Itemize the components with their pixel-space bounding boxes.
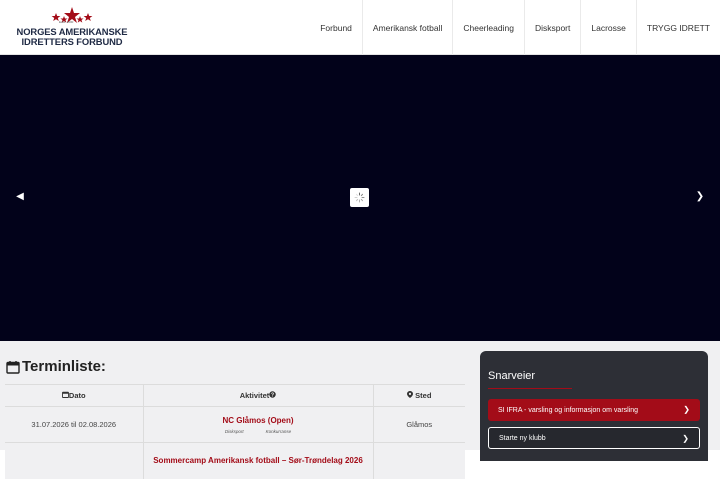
table-row: 31.07.2026 til 02.08.2026 NC Glåmos (Ope… — [5, 406, 465, 443]
nav-item-disksport[interactable]: Disksport — [523, 0, 580, 55]
stars-emblem-icon — [51, 7, 93, 23]
column-header-date-label: Dato — [68, 391, 86, 400]
nav-item-forbund[interactable]: Forbund — [310, 0, 362, 55]
column-header-place-label: Sted — [415, 391, 432, 400]
column-header-activity-label: Aktivitet — [239, 391, 270, 400]
svg-text:?: ? — [271, 392, 274, 398]
si-ifra-button[interactable]: SI IFRA - varsling og informasjon om var… — [488, 399, 700, 421]
logo-wordmark: NORGES AMERIKANSKE IDRETTERS FORBUND — [14, 27, 130, 47]
map-marker-icon — [407, 391, 414, 398]
logo-est-text: Estd. 2000 — [59, 20, 74, 24]
event-date: 31.07.2026 til 02.08.2026 — [5, 406, 144, 443]
question-circle-icon[interactable]: ? — [269, 391, 277, 398]
loading-spinner-icon — [350, 188, 369, 207]
terminliste-table: Dato Aktivitet? Sted 31.07.2026 til 02.0… — [5, 384, 465, 479]
snarveier-title: Snarveier — [488, 370, 536, 382]
logo-line-2: IDRETTERS FORBUND — [21, 36, 123, 47]
start-club-button-label: Starte ny klubb — [499, 434, 546, 442]
column-header-activity: Aktivitet? — [143, 384, 374, 407]
chevron-right-icon: ❯ — [683, 405, 690, 414]
event-place: Glåmos — [373, 406, 465, 443]
site-logo[interactable]: Estd. 2000 NORGES AMERIKANSKE IDRETTERS … — [14, 7, 130, 49]
nav-item-lacrosse[interactable]: Lacrosse — [580, 0, 636, 55]
column-header-place: Sted — [373, 384, 465, 407]
column-header-date: Dato — [5, 384, 144, 407]
event-category: Konkurranse — [265, 428, 292, 434]
hero-slider: ◀ ❯ — [0, 55, 720, 341]
si-ifra-button-label: SI IFRA - varsling og informasjon om var… — [498, 406, 639, 414]
terminliste-heading: Terminliste: — [6, 358, 106, 375]
main-nav: Forbund Amerikansk fotball Cheerleading … — [310, 0, 720, 55]
site-header: Estd. 2000 NORGES AMERIKANSKE IDRETTERS … — [0, 0, 720, 55]
table-row: Sommercamp Amerikansk fotball – Sør-Trøn… — [5, 442, 465, 479]
calendar-icon — [6, 360, 20, 374]
event-meta: Disksport Konkurranse — [144, 429, 373, 434]
calendar-small-icon — [61, 391, 69, 398]
snarveier-panel: Snarveier SI IFRA - varsling og informas… — [480, 351, 708, 461]
nav-item-trygg-idrett[interactable]: TRYGG IDRETT — [635, 0, 720, 55]
event-sport: Disksport — [224, 428, 244, 434]
event-activity-link[interactable]: NC Glåmos (Open) — [222, 416, 293, 425]
table-header-row: Dato Aktivitet? Sted — [5, 384, 465, 407]
snarveier-divider — [488, 388, 572, 389]
event-activity-cell: NC Glåmos (Open) Disksport Konkurranse — [143, 406, 374, 443]
slider-next-icon[interactable]: ❯ — [694, 190, 706, 204]
slider-prev-icon[interactable]: ◀ — [14, 190, 26, 204]
content-section: Terminliste: Dato Aktivitet? Sted 31.07.… — [0, 341, 720, 479]
event-activity-link[interactable]: Sommercamp Amerikansk fotball – Sør-Trøn… — [153, 456, 363, 465]
terminliste-title: Terminliste: — [22, 358, 106, 375]
nav-item-cheerleading[interactable]: Cheerleading — [452, 0, 524, 55]
start-club-button[interactable]: Starte ny klubb ❯ — [488, 427, 700, 449]
nav-item-amerikansk-fotball[interactable]: Amerikansk fotball — [361, 0, 452, 55]
chevron-right-icon: ❯ — [682, 434, 689, 443]
